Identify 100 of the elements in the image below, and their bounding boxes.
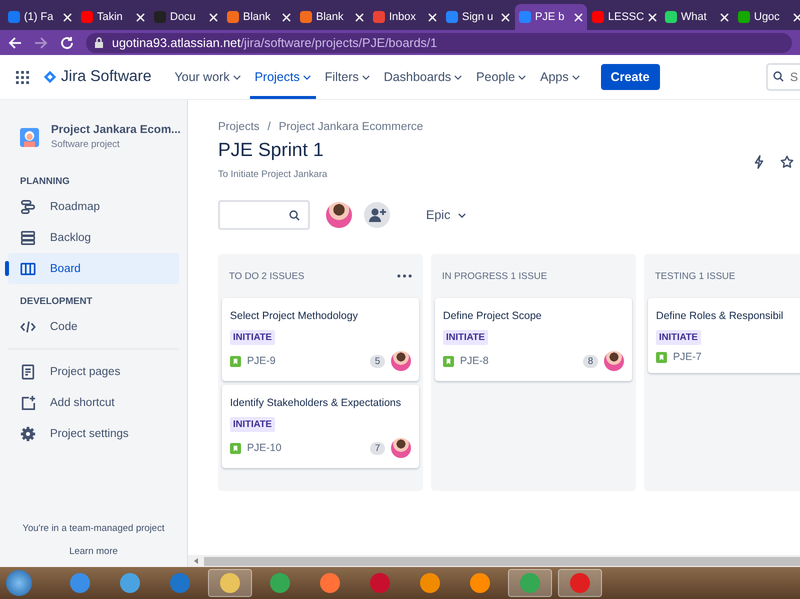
close-icon[interactable]	[282, 12, 291, 22]
caret-icon	[572, 74, 580, 80]
close-icon[interactable]	[355, 12, 364, 22]
caret-icon	[232, 74, 241, 80]
settings-icon	[20, 426, 36, 442]
browser-tab[interactable]: Blank	[296, 4, 368, 30]
start-button[interactable]	[6, 570, 32, 596]
browser-tab[interactable]: (1) Fa	[4, 4, 76, 30]
product-name[interactable]: Jira Software	[61, 68, 152, 86]
close-icon[interactable]	[63, 12, 72, 22]
issue-title: Define Project Scope	[443, 309, 542, 324]
star-icon[interactable]	[780, 155, 794, 169]
browser-tab[interactable]: Takin	[77, 4, 149, 30]
lightning-icon[interactable]	[752, 155, 766, 169]
caret-icon	[302, 74, 311, 80]
close-icon[interactable]	[501, 12, 510, 22]
project-type: Software project	[51, 139, 121, 150]
team-managed-note: You're in a team-managed project	[22, 523, 166, 534]
browser-tab[interactable]: Ugoc	[734, 4, 800, 30]
issue-card[interactable]: Select Project Methodology INITIATE PJE-9 5	[222, 298, 419, 381]
sidebar-item[interactable]: Backlog	[8, 222, 179, 253]
user-avatar[interactable]	[326, 202, 352, 228]
issue-card[interactable]: Identify Stakeholders & Expectations INITIATE PJE-10 7	[222, 385, 419, 468]
epic-filter[interactable]: Epic	[420, 207, 472, 223]
board-icon	[20, 260, 36, 276]
close-icon[interactable]	[648, 12, 658, 22]
issue-key: PJE-10	[247, 442, 282, 454]
section-heading: PLANNING	[19, 175, 71, 189]
roadmap-icon	[20, 198, 36, 214]
breadcrumb-link[interactable]: Project Jankara Ecommerce	[278, 121, 424, 133]
sidebar-item[interactable]: Board	[8, 253, 179, 284]
close-icon[interactable]	[136, 12, 145, 22]
board-title: PJE Sprint 1	[218, 140, 325, 162]
caret-icon	[518, 74, 526, 80]
issue-key: PJE-7	[673, 351, 702, 363]
browser-tab[interactable]: Sign u	[442, 4, 514, 30]
issue-title: Define Roles & Responsibil	[656, 309, 784, 324]
browser-tab[interactable]: LESSC	[588, 4, 660, 30]
story-points: 7	[370, 442, 385, 454]
column-title: TO DO 2 ISSUES	[229, 270, 304, 282]
page-icon	[20, 364, 36, 380]
caret-icon	[362, 74, 370, 80]
diamond-logo-icon	[43, 70, 57, 84]
sprint-goal: To Initiate Project Jankara	[218, 169, 328, 180]
close-icon[interactable]	[428, 12, 437, 22]
column-title: IN PROGRESS 1 ISSUE	[442, 270, 548, 282]
add-people-icon[interactable]	[364, 202, 390, 228]
learn-more-link[interactable]: Learn more	[8, 546, 179, 557]
nav-menu[interactable]: Dashboards	[378, 55, 468, 99]
epic-label: INITIATE	[656, 330, 701, 345]
browser-tab[interactable]: Blank	[223, 4, 295, 30]
lock-icon	[94, 36, 104, 48]
create-button[interactable]: Create	[600, 64, 660, 90]
issue-title: Identify Stakeholders & Expectations	[230, 396, 402, 411]
story-icon	[443, 356, 454, 366]
caret-icon	[458, 212, 466, 218]
story-points: 8	[583, 354, 598, 368]
epic-label: INITIATE	[230, 417, 275, 432]
app-switcher-icon[interactable]	[16, 70, 29, 84]
sidebar-item[interactable]: Project pages	[8, 356, 179, 387]
epic-label: INITIATE	[230, 330, 275, 345]
breadcrumb-separator: /	[268, 121, 271, 133]
back-icon[interactable]	[8, 36, 22, 50]
forward-icon[interactable]	[34, 36, 48, 50]
story-icon	[230, 356, 241, 366]
horizontal-scrollbar[interactable]	[188, 555, 800, 567]
address-bar[interactable]: ugotina93.atlassian.net/jira/software/projects/PJE/boards/1	[86, 32, 792, 52]
board-search-field[interactable]	[218, 200, 310, 230]
nav-menu[interactable]: Filters	[320, 55, 375, 99]
close-icon[interactable]	[720, 12, 729, 22]
sidebar-item[interactable]: Code	[8, 311, 179, 342]
nav-menu[interactable]: Apps	[535, 55, 585, 99]
sidebar-item[interactable]: Roadmap	[8, 191, 179, 222]
nav-menu[interactable]: Your work	[169, 55, 246, 99]
browser-tab[interactable]: Inbox	[369, 4, 441, 30]
search-icon	[289, 210, 300, 220]
project-name: Project Jankara Ecom...	[51, 124, 181, 136]
sidebar-item[interactable]: Add shortcut	[8, 387, 179, 418]
search-icon	[773, 71, 784, 82]
backlog-icon	[20, 230, 36, 246]
taskbar-app[interactable]	[208, 569, 252, 597]
close-icon[interactable]	[209, 12, 218, 22]
taskbar-app[interactable]	[558, 569, 602, 597]
close-icon[interactable]	[574, 12, 583, 22]
browser-tab[interactable]: What	[661, 4, 733, 30]
reload-icon[interactable]	[60, 36, 74, 50]
browser-tab[interactable]: PJE b	[515, 4, 587, 30]
sidebar-item[interactable]: Project settings	[8, 418, 179, 449]
nav-menu[interactable]: People	[471, 55, 532, 99]
story-icon	[656, 352, 667, 362]
issue-card[interactable]: Define Project Scope INITIATE PJE-8 8	[435, 298, 632, 381]
breadcrumb-link[interactable]: Projects	[218, 121, 260, 133]
more-icon[interactable]	[397, 274, 412, 278]
story-points: 5	[370, 354, 385, 368]
issue-card[interactable]: Define Roles & Responsibil INITIATE PJE-7	[648, 298, 800, 373]
browser-tab[interactable]: Docu	[150, 4, 222, 30]
epic-label: INITIATE	[443, 330, 488, 345]
nav-menu[interactable]: Projects	[250, 55, 316, 99]
close-icon[interactable]	[793, 12, 800, 22]
search-field[interactable]: S	[766, 63, 800, 91]
